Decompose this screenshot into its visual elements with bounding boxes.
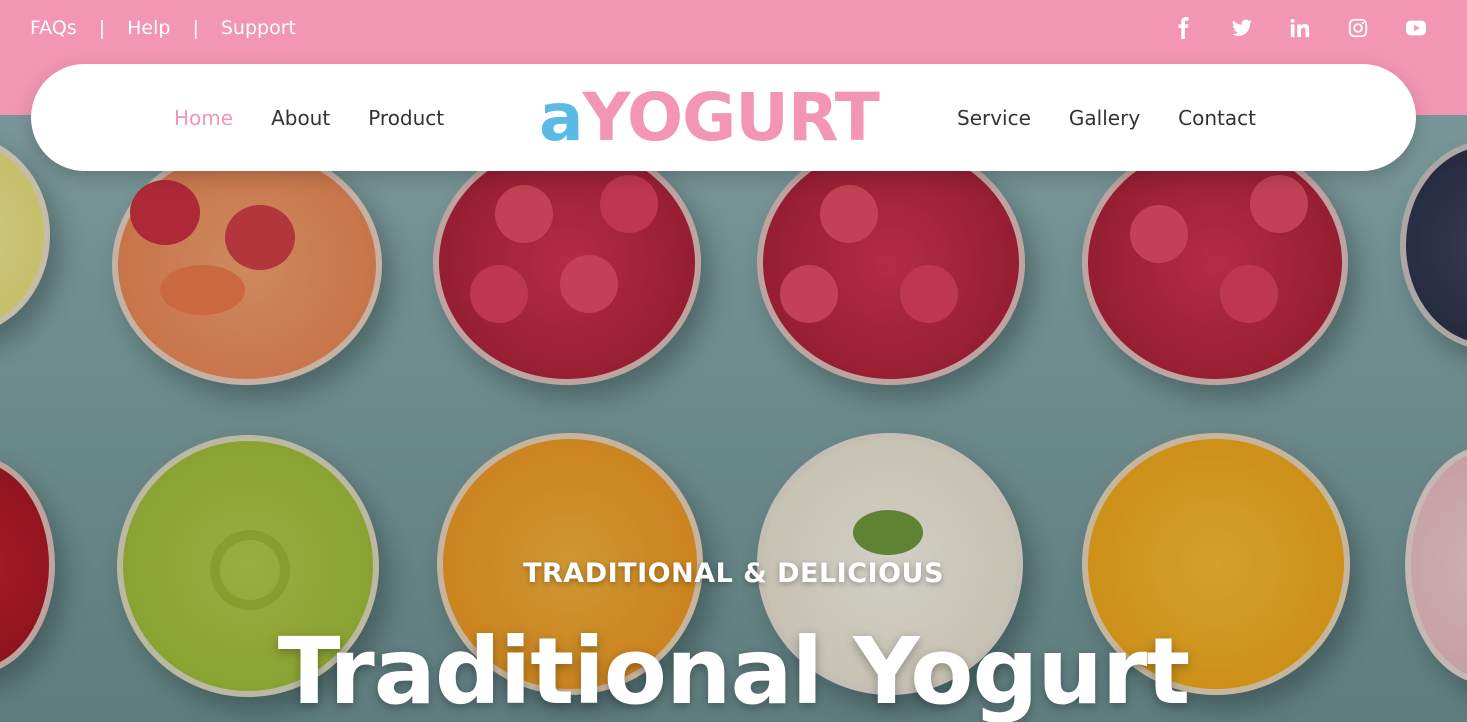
help-link[interactable]: Help <box>127 17 170 39</box>
support-link[interactable]: Support <box>221 17 296 39</box>
logo-prefix: a <box>539 79 584 156</box>
social-links <box>1173 17 1427 39</box>
nav-gallery[interactable]: Gallery <box>1069 106 1140 130</box>
nav-left-group: Home About Product <box>174 64 444 171</box>
instagram-icon[interactable] <box>1347 17 1369 39</box>
hero-headline: Traditional Yogurt <box>277 618 1190 722</box>
twitter-icon[interactable] <box>1231 17 1253 39</box>
facebook-icon[interactable] <box>1173 17 1195 39</box>
separator: | <box>98 17 106 39</box>
brand-logo[interactable]: aYOGURT <box>539 78 880 158</box>
nav-about[interactable]: About <box>271 106 330 130</box>
separator: | <box>192 17 199 39</box>
main-navbar: Home About Product aYOGURT Service Galle… <box>31 64 1416 171</box>
top-links: FAQs | Help | Support <box>30 17 296 39</box>
faqs-link[interactable]: FAQs <box>30 17 77 39</box>
linkedin-icon[interactable] <box>1289 17 1311 39</box>
nav-home[interactable]: Home <box>174 106 233 130</box>
nav-product[interactable]: Product <box>368 106 444 130</box>
hero-tagline: TRADITIONAL & DELICIOUS <box>523 558 944 589</box>
nav-service[interactable]: Service <box>957 106 1031 130</box>
logo-name: YOGURT <box>582 79 880 156</box>
nav-right-group: Service Gallery Contact <box>957 64 1256 171</box>
nav-contact[interactable]: Contact <box>1178 106 1256 130</box>
youtube-icon[interactable] <box>1405 17 1427 39</box>
